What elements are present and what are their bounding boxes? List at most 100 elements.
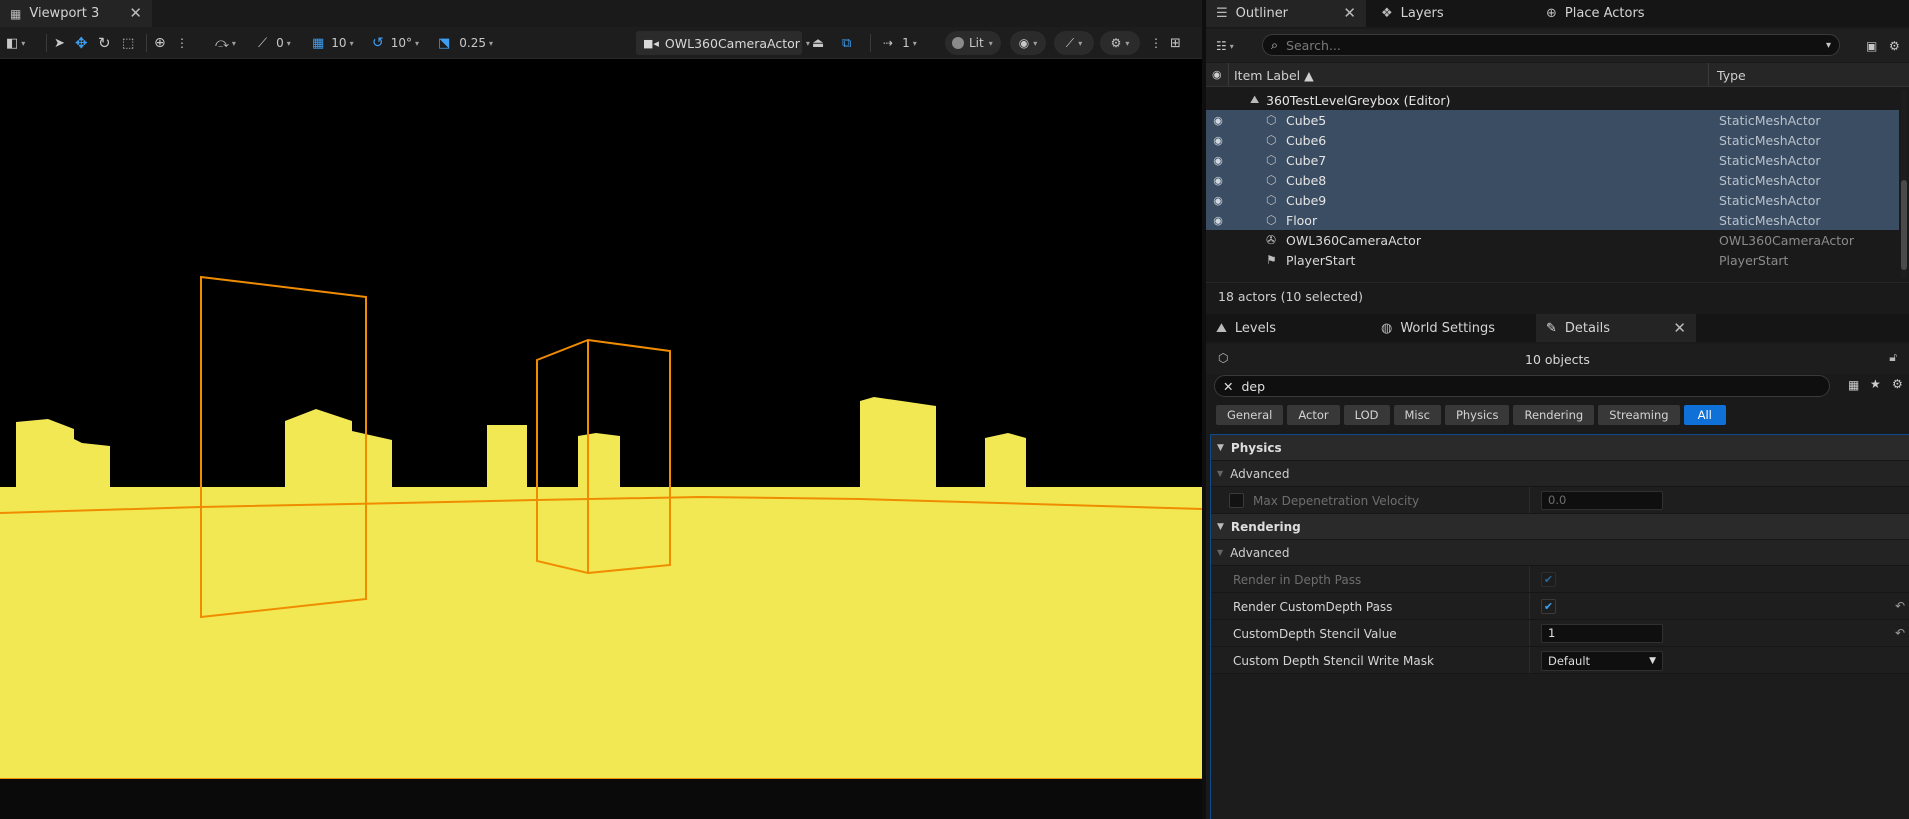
eye-icon[interactable]: ◉ [1206,154,1230,167]
tab-layers[interactable]: ❖ Layers [1371,0,1511,27]
filter-actor[interactable]: Actor [1287,405,1340,425]
table-row[interactable]: ◉ ⬡ Cube5 StaticMeshActor [1206,110,1899,130]
table-row[interactable]: ◉ ⬡ Cube9 StaticMeshActor [1206,190,1899,210]
chevron-down-icon[interactable]: ▾ [1826,40,1831,51]
close-icon[interactable]: ✕ [1673,320,1686,336]
prop-max-depenetration: Max Depenetration Velocity 0.0 [1211,487,1909,514]
scrollbar-thumb[interactable] [1901,180,1907,270]
section-physics[interactable]: ▼ Physics [1211,435,1909,461]
subsection-title: Advanced [1230,466,1290,481]
coordinate-space-button[interactable]: ⊕ [154,32,166,54]
visibility-column-icon[interactable]: ◉ [1212,68,1222,81]
dropdown-value: Default [1548,654,1591,668]
outliner-search-input[interactable]: ⌕ Search... ▾ [1262,34,1840,56]
close-icon[interactable]: ✕ [129,6,142,21]
stencil-mask-dropdown[interactable]: Default ▼ [1541,651,1663,671]
filter-rendering[interactable]: Rendering [1513,405,1595,425]
divider [1529,647,1530,673]
tab-outliner[interactable]: ☰ Outliner ✕ [1206,0,1366,27]
reset-icon[interactable]: ↶ [1895,626,1905,640]
eye-icon[interactable]: ◉ [1206,114,1230,127]
outliner-scrollbar[interactable] [1901,90,1907,278]
scale-tool-button[interactable]: ⬚ [122,32,134,54]
more-options-button[interactable]: ⋮ [176,32,188,54]
angle-snap-dropdown[interactable]: ↺ 10° ▾ [372,32,419,54]
show-flags-dropdown[interactable]: ◉ ▾ [1010,31,1046,55]
table-row[interactable]: ◉ ⬡ Cube6 StaticMeshActor [1206,130,1899,150]
filter-all[interactable]: All [1683,405,1726,425]
scale-snap-dropdown[interactable]: ⬔ 0.25 ▾ [438,32,493,54]
filter-general[interactable]: General [1216,405,1284,425]
scalability-dropdown[interactable]: ⟋ ▾ [1054,31,1094,55]
close-icon[interactable]: ✕ [1223,379,1233,394]
camera-speed-dropdown[interactable]: ⇢ 1 ▾ [883,32,917,54]
actor-type: StaticMeshActor [1719,112,1821,128]
select-tool-button[interactable]: ➤ [54,32,65,54]
actor-type: OWL360CameraActor [1719,232,1854,248]
right-panel: ☰ Outliner ✕ ❖ Layers ⊕ Place Actors ☷ ▾ … [1202,0,1909,819]
star-icon[interactable]: ★ [1870,377,1881,391]
gear-icon[interactable]: ⚙ [1892,377,1903,391]
view-mode-dropdown[interactable]: Lit ▾ [945,31,1001,55]
table-row[interactable]: ◉ ⬡ Cube8 StaticMeshActor [1206,170,1899,190]
chevron-down-icon: ▾ [349,38,354,48]
tab-layers-label: Layers [1400,6,1444,21]
render-depth-checkbox[interactable]: ✔ [1541,572,1556,587]
max-depen-input[interactable]: 0.0 [1541,491,1663,510]
view-mode-label: Lit [969,36,984,50]
eye-icon[interactable]: ◉ [1206,174,1230,187]
tab-levels[interactable]: ⛰ Levels [1206,314,1356,342]
rotation-snap-dropdown[interactable]: ⟋ 0 ▾ [258,32,291,54]
type-column[interactable]: Type [1717,68,1746,83]
details-search-value: dep [1241,378,1266,394]
reset-icon[interactable]: ↶ [1895,599,1905,613]
subsection-title: Advanced [1230,545,1290,560]
table-row[interactable]: ✇ OWL360CameraActor OWL360CameraActor [1206,230,1899,250]
close-icon[interactable]: ✕ [1343,6,1356,21]
subsection-advanced[interactable]: ▼ Advanced [1211,540,1909,566]
section-rendering[interactable]: ▼ Rendering [1211,514,1909,540]
outliner-settings-button[interactable]: ⚙ [1889,35,1900,57]
render-customdepth-checkbox[interactable]: ✔ [1541,599,1556,614]
stencil-value-input[interactable]: 1 [1541,624,1663,643]
tab-world-settings[interactable]: ◍ World Settings [1371,314,1531,342]
filter-lod[interactable]: LOD [1343,405,1390,425]
world-row[interactable]: ⛰ 360TestLevelGreybox (Editor) [1206,90,1899,110]
lock-icon[interactable]: 🔓︎ [1889,350,1897,365]
tab-place-actors[interactable]: ⊕ Place Actors [1536,0,1696,27]
add-folder-button[interactable]: ▣ [1866,35,1877,57]
override-checkbox[interactable] [1229,493,1244,508]
table-row[interactable]: ⚑ PlayerStart PlayerStart [1206,250,1899,270]
search-placeholder: Search... [1286,37,1341,53]
grid-snap-dropdown[interactable]: ▦ 10 ▾ [312,32,354,54]
camera-select-dropdown[interactable]: ■◂ OWL360CameraActor ▾ [636,31,810,55]
chevron-down-icon: ▾ [21,38,26,48]
filter-icon: ☷ [1216,39,1227,53]
table-view-icon[interactable]: ▦ [1848,378,1859,392]
rotate-tool-button[interactable]: ↻ [98,32,111,54]
settings-dropdown[interactable]: ⚙ ▾ [1100,31,1140,55]
outliner-column-header: ◉ Item Label ▲ Type [1206,63,1909,87]
filter-dropdown[interactable]: ☷ ▾ [1216,35,1234,57]
eject-button[interactable]: ⏏ [812,32,824,54]
subsection-advanced[interactable]: ▼ Advanced [1211,461,1909,487]
details-search-input[interactable]: ✕ dep [1214,375,1830,397]
surface-snap-dropdown[interactable]: ⤼ ▾ [215,32,236,54]
viewport-layout-button[interactable]: ⊞ [1170,32,1181,54]
viewport-options-button[interactable]: ⋮ [1150,32,1162,54]
select-mode-dropdown[interactable]: ◧ ▾ [6,32,25,54]
translate-tool-button[interactable]: ✥ [75,32,88,54]
eye-icon[interactable]: ◉ [1206,214,1230,227]
table-row[interactable]: ◉ ⬡ Cube7 StaticMeshActor [1206,150,1899,170]
3d-scene-view[interactable] [0,59,1202,779]
lock-viewport-button[interactable]: ⧉ [842,32,851,54]
tab-details[interactable]: ✎ Details ✕ [1536,314,1696,342]
filter-misc[interactable]: Misc [1393,405,1441,425]
item-label-column[interactable]: Item Label ▲ [1234,68,1314,83]
eye-icon[interactable]: ◉ [1206,134,1230,147]
filter-streaming[interactable]: Streaming [1598,405,1680,425]
table-row[interactable]: ◉ ⬡ Floor StaticMeshActor [1206,210,1899,230]
tab-viewport-3[interactable]: ▦ Viewport 3 ✕ [0,0,152,27]
filter-physics[interactable]: Physics [1444,405,1510,425]
eye-icon[interactable]: ◉ [1206,194,1230,207]
